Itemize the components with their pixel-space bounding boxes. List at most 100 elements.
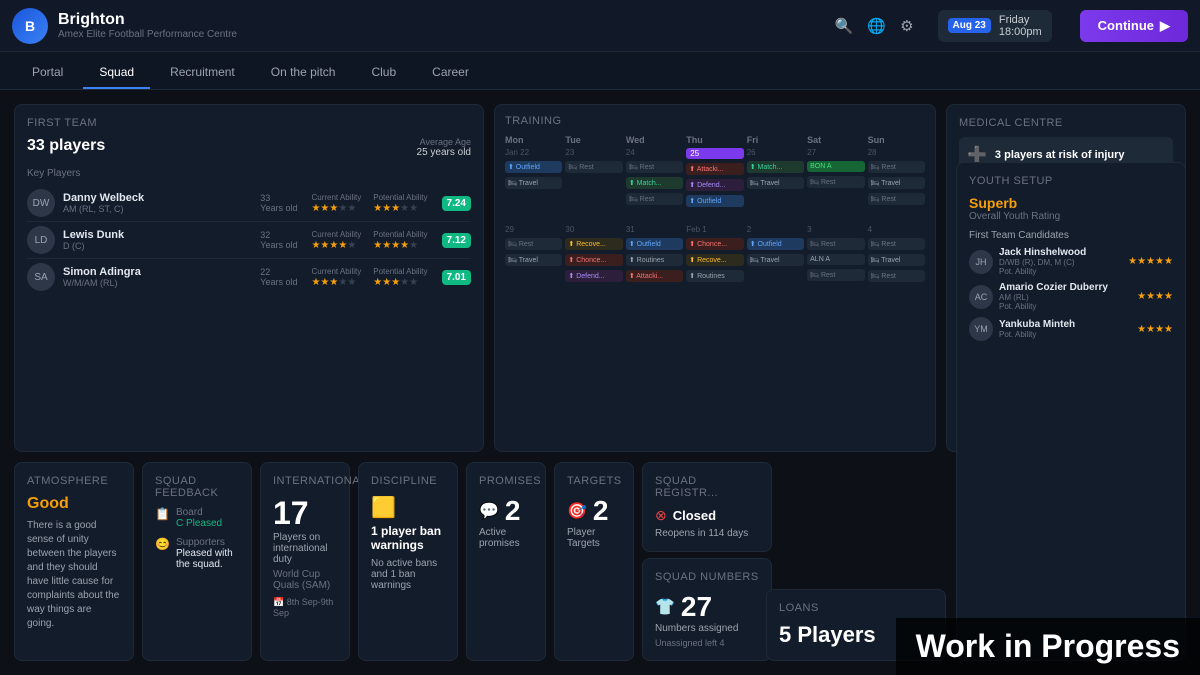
player-name: Danny Welbeck — [63, 192, 252, 204]
targets-label: Player Targets — [567, 527, 621, 549]
training-day-thu: Thu 25 ⬆ Attacki... ⬆ Defend... ⬆ Outfie… — [686, 135, 743, 209]
atmosphere-title: Atmosphere — [27, 475, 121, 487]
squad-reg-status-label: Closed — [673, 508, 716, 523]
discipline-detail: No active bans and 1 ban warnings — [371, 558, 445, 591]
gear-icon[interactable]: ⚙ — [900, 17, 913, 35]
date-box: Aug 23 Friday 18:00pm — [938, 10, 1052, 42]
avg-age: Average Age 25 years old — [417, 137, 471, 158]
player-name: Lewis Dunk — [63, 229, 252, 241]
training-day-fri2: Fri 2 ⬆ Outfield 🛏 Travel — [747, 212, 804, 284]
candidate-stars: ★★★★★ — [1128, 256, 1173, 267]
shirt-icon: 👕 — [655, 597, 675, 617]
squad-numbers-label: Numbers assigned — [655, 623, 759, 634]
squad-numbers-count: 27 — [681, 591, 712, 623]
player-name: Simon Adingra — [63, 266, 252, 278]
promises-label: Active promises — [479, 527, 533, 549]
player-info: Lewis Dunk D (C) — [63, 229, 252, 251]
training-day-wed: Wed 24 🛏 Rest ⬆ Match... 🛏 Rest — [626, 135, 683, 209]
tab-club[interactable]: Club — [355, 57, 412, 89]
training-day-wed2: Wed 31 ⬆ Outfield ⬆ Routines ⬆ Attacki..… — [626, 212, 683, 284]
intl-dates: 📅 8th Sep-9th Sep — [273, 597, 337, 618]
avatar: YM — [969, 317, 993, 341]
club-name: Brighton — [58, 11, 237, 29]
youth-rating: Superb — [969, 195, 1173, 211]
feedback-title: Squad Feedback — [155, 475, 239, 499]
player-info: Danny Welbeck AM (RL, ST, C) — [63, 192, 252, 214]
training-title: Training — [505, 115, 925, 127]
intl-count: 17 — [273, 495, 337, 532]
atmosphere-card: Atmosphere Good There is a good sense of… — [14, 462, 134, 661]
squad-feedback-card: Squad Feedback 📋 Board C Pleased 😊 Suppo… — [142, 462, 252, 661]
player-pos: W/M/AM (RL) — [63, 278, 252, 288]
medical-title: Medical Centre — [959, 117, 1173, 129]
youth-setup-title: Youth Setup — [969, 175, 1173, 187]
training-day-tue: Tue 23 🛏 Rest — [565, 135, 622, 209]
training-day-mon: Mon Jan 22 ⬆ Outfield 🛏 Travel — [505, 135, 562, 209]
avatar: LD — [27, 226, 55, 254]
player-pos: D (C) — [63, 241, 252, 251]
player-row: SA Simon Adingra W/M/AM (RL) 22Years old… — [27, 259, 471, 295]
training-day-fri: Fri 26 ⬆ Match... 🛏 Travel — [747, 135, 804, 209]
atmosphere-rating: Good — [27, 495, 121, 513]
search-icon[interactable]: 🔍 — [835, 17, 854, 35]
squad-numbers-title: Squad Numbers — [655, 571, 759, 583]
key-players-label: Key Players — [27, 168, 471, 179]
discipline-card: Discipline 🟨 1 player ban warnings No ac… — [358, 462, 458, 661]
discipline-title: Discipline — [371, 475, 445, 487]
intl-competition: World Cup Quals (SAM) — [273, 569, 337, 591]
avatar: DW — [27, 189, 55, 217]
rating-badge: 7.24 — [442, 196, 471, 211]
feedback-supporters: 😊 Supporters Pleased with the squad. — [155, 537, 239, 570]
tab-on-the-pitch[interactable]: On the pitch — [255, 57, 352, 89]
first-team-title: First Team — [27, 117, 471, 129]
training-day-sat: Sat 27 BON A 🛏 Rest — [807, 135, 864, 209]
youth-candidate: AC Amario Cozier Duberry AM (RL) Pot. Ab… — [969, 282, 1173, 311]
tab-squad[interactable]: Squad — [83, 57, 150, 89]
club-logo: B — [12, 8, 48, 44]
first-team-card: First Team 33 players Average Age 25 yea… — [14, 104, 484, 452]
candidate-stars: ★★★★ — [1137, 324, 1173, 335]
avatar: SA — [27, 263, 55, 291]
youth-rating-label: Overall Youth Rating — [969, 211, 1173, 222]
alert-text: 3 players at risk of injury — [995, 149, 1125, 161]
squad-reg-reopen: Reopens in 114 days — [655, 528, 759, 539]
training-card: Training Mon Jan 22 ⬆ Outfield 🛏 Travel … — [494, 104, 936, 452]
targets-title: Targets — [567, 475, 621, 487]
avatar: AC — [969, 285, 993, 309]
candidate-name: Yankuba Minteh — [999, 319, 1131, 330]
squad-registration-card: Squad Registr... ⊗ Closed Reopens in 114… — [642, 462, 772, 552]
targets-card: Targets 🎯 2 Player Targets — [554, 462, 634, 661]
player-row: LD Lewis Dunk D (C) 32Years old Current … — [27, 222, 471, 259]
training-day-tue2: Tue 30 ⬆ Recove... ⬆ Chonce... ⬆ Defend.… — [565, 212, 622, 284]
player-count: 33 players — [27, 137, 105, 155]
promises-title: Promises — [479, 475, 533, 487]
tab-career[interactable]: Career — [416, 57, 485, 89]
feedback-board: 📋 Board C Pleased — [155, 507, 239, 529]
youth-candidate: YM Yankuba Minteh Pot. Ability ★★★★ — [969, 317, 1173, 341]
player-row: DW Danny Welbeck AM (RL, ST, C) 33Years … — [27, 185, 471, 222]
tab-portal[interactable]: Portal — [16, 57, 79, 89]
candidate-name: Amario Cozier Duberry — [999, 282, 1131, 293]
continue-button[interactable]: Continue ▶ — [1080, 10, 1188, 42]
internationals-card: Internationals 17 Players on internation… — [260, 462, 350, 661]
top-bar: B Brighton Amex Elite Football Performan… — [0, 0, 1200, 52]
loans-title: Loans — [779, 602, 933, 614]
training-day-sun: Sun 28 🛏 Rest 🛏 Travel 🛏 Rest — [868, 135, 925, 209]
globe-icon[interactable]: 🌐 — [867, 17, 886, 35]
training-day-mon2: Mon 29 🛏 Rest 🛏 Travel — [505, 212, 562, 284]
targets-count: 2 — [593, 495, 609, 527]
wip-watermark: Work in Progress — [896, 618, 1200, 675]
squad-numbers-unassigned: Unassigned left 4 — [655, 638, 759, 648]
youth-candidate: JH Jack Hinshelwood D/WB (R), DM, M (C) … — [969, 247, 1173, 276]
rating-badge: 7.01 — [442, 270, 471, 285]
date-time: Friday 18:00pm — [999, 14, 1042, 38]
nav-tabs: Portal Squad Recruitment On the pitch Cl… — [0, 52, 1200, 90]
training-day-thu2: Thu Feb 1 ⬆ Chonce... ⬆ Recove... ⬆ Rout… — [686, 212, 743, 284]
tab-recruitment[interactable]: Recruitment — [154, 57, 251, 89]
player-info: Simon Adingra W/M/AM (RL) — [63, 266, 252, 288]
closed-icon: ⊗ — [655, 507, 667, 524]
candidate-name: Jack Hinshelwood — [999, 247, 1122, 258]
rating-badge: 7.12 — [442, 233, 471, 248]
logo-area: B Brighton Amex Elite Football Performan… — [12, 8, 237, 44]
squad-reg-status: ⊗ Closed — [655, 507, 759, 524]
